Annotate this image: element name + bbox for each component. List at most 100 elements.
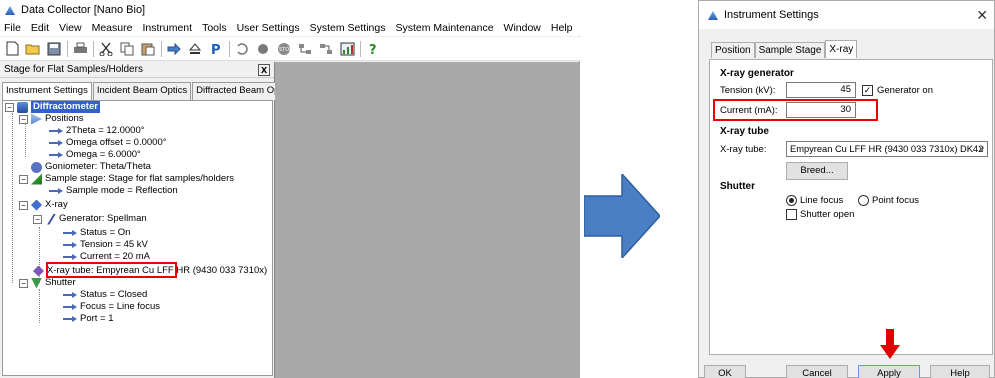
menu-view[interactable]: View	[59, 22, 82, 34]
tree-node-positions[interactable]: − Positions	[19, 113, 84, 125]
dialog-app-icon	[707, 9, 719, 21]
tree-node-status-closed[interactable]: Status = Closed	[63, 289, 147, 301]
eject-icon[interactable]	[187, 41, 203, 57]
p-icon[interactable]: P	[208, 41, 224, 57]
copy-icon[interactable]	[119, 41, 135, 57]
run-icon[interactable]	[255, 41, 271, 57]
new-icon[interactable]	[4, 41, 20, 57]
parameter-arrow-icon	[49, 140, 63, 146]
help-button[interactable]: Help	[930, 365, 990, 378]
paste-icon[interactable]	[140, 41, 156, 57]
menu-user-settings[interactable]: User Settings	[237, 22, 300, 34]
tree-label: Shutter	[45, 277, 76, 288]
menu-file[interactable]: File	[4, 22, 21, 34]
shutter-open-label: Shutter open	[800, 209, 855, 220]
menu-help[interactable]: Help	[551, 22, 573, 34]
chart-icon[interactable]	[339, 41, 355, 57]
toolbar-separator	[229, 40, 230, 57]
tree-node-sample-mode[interactable]: Sample mode = Reflection	[49, 185, 178, 197]
menu-measure[interactable]: Measure	[92, 22, 133, 34]
menu-edit[interactable]: Edit	[31, 22, 49, 34]
tab-position[interactable]: Position	[711, 42, 755, 58]
svg-text:?: ?	[369, 43, 377, 56]
align2-icon[interactable]	[318, 41, 334, 57]
menu-system-settings[interactable]: System Settings	[310, 22, 386, 34]
section-shutter: Shutter	[720, 181, 755, 192]
tab-incident-beam-optics[interactable]: Incident Beam Optics	[92, 82, 192, 100]
parameter-arrow-icon	[49, 152, 63, 158]
big-right-arrow-icon	[584, 174, 660, 258]
refresh-icon[interactable]	[234, 41, 250, 57]
generator-icon	[47, 213, 56, 225]
collapse-toggle[interactable]: −	[19, 200, 28, 210]
tree-node-goniometer[interactable]: Goniometer: Theta/Theta	[31, 161, 151, 173]
xray-tube-label: X-ray tube:	[720, 144, 767, 155]
tree-node-omega-offset[interactable]: Omega offset = 0.0000°	[49, 137, 167, 149]
tab-xray[interactable]: X-ray	[825, 40, 858, 58]
tree-node-port[interactable]: Port = 1	[63, 313, 114, 325]
tab-sample-stage[interactable]: Sample Stage	[754, 42, 826, 58]
collapse-toggle[interactable]: −	[19, 114, 28, 124]
chevron-down-icon: ∨	[978, 144, 985, 154]
cut-icon[interactable]	[98, 41, 114, 57]
tree-node-generator[interactable]: − Generator: Spellman	[33, 213, 147, 225]
parameter-arrow-icon	[63, 242, 77, 248]
shutter-open-checkbox[interactable]	[786, 209, 797, 220]
tree-label: Tension = 45 kV	[80, 239, 148, 250]
title-bar: Data Collector [Nano Bio]	[0, 0, 580, 20]
tree-node-diffractometer[interactable]: − Diffractometer	[5, 101, 100, 113]
menu-instrument[interactable]: Instrument	[142, 22, 192, 34]
instrument-panel: Stage for Flat Samples/Holders x Instrum…	[0, 62, 298, 378]
tab-instrument-settings[interactable]: Instrument Settings	[2, 82, 92, 100]
line-focus-radio[interactable]	[786, 195, 797, 206]
tree-node-focus[interactable]: Focus = Line focus	[63, 301, 160, 313]
tree-node-sample-stage[interactable]: − Sample stage: Stage for flat samples/h…	[19, 173, 234, 185]
apply-button[interactable]: Apply	[858, 365, 920, 378]
cancel-button[interactable]: Cancel	[786, 365, 848, 378]
window-title: Data Collector [Nano Bio]	[21, 4, 146, 16]
tree-label: Sample stage: Stage for flat samples/hol…	[45, 173, 235, 184]
tree-label: Port = 1	[80, 313, 114, 324]
positions-icon	[31, 113, 42, 125]
dialog-close-icon[interactable]: ✕	[976, 7, 988, 24]
arrow-right-icon[interactable]	[166, 41, 182, 57]
point-focus-radio[interactable]	[858, 195, 869, 206]
xray-tab-page: X-ray generator Tension (kV): 45 ✓ Gener…	[709, 59, 993, 355]
generator-on-checkbox[interactable]: ✓	[862, 85, 873, 96]
parameter-arrow-icon	[63, 292, 77, 298]
tree-node-2theta[interactable]: 2Theta = 12.0000°	[49, 125, 145, 137]
print-icon[interactable]	[72, 41, 88, 57]
line-focus-label: Line focus	[800, 195, 844, 206]
tension-field[interactable]: 45	[786, 82, 856, 98]
xray-tube-select[interactable]: Empyrean Cu LFF HR (9430 033 7310x) DK42…	[786, 141, 988, 157]
tree-node-omega[interactable]: Omega = 6.0000°	[49, 149, 141, 161]
open-icon[interactable]	[25, 41, 41, 57]
tree-node-xray[interactable]: − X-ray	[19, 199, 68, 211]
tree-node-shutter[interactable]: − Shutter	[19, 277, 76, 289]
collapse-toggle[interactable]: −	[19, 174, 28, 184]
menu-system-maintenance[interactable]: System Maintenance	[395, 22, 493, 34]
parameter-arrow-icon	[63, 230, 77, 236]
menu-tools[interactable]: Tools	[202, 22, 227, 34]
section-xray-generator: X-ray generator	[720, 68, 794, 79]
tree-label: 2Theta = 12.0000°	[66, 125, 145, 136]
save-icon[interactable]	[46, 41, 62, 57]
align-icon[interactable]	[297, 41, 313, 57]
collapse-toggle[interactable]: −	[33, 214, 42, 224]
tree-line	[25, 123, 26, 157]
current-field[interactable]: 30	[786, 102, 856, 118]
parameter-arrow-icon	[63, 304, 77, 310]
tree-node-tension[interactable]: Tension = 45 kV	[63, 239, 148, 251]
help-icon[interactable]: ?	[365, 41, 381, 57]
breed-button[interactable]: Breed...	[786, 162, 848, 180]
panel-close-button[interactable]: x	[258, 63, 270, 76]
stop-icon[interactable]: STOP	[276, 41, 292, 57]
menu-window[interactable]: Window	[504, 22, 541, 34]
goniometer-icon	[31, 161, 42, 173]
tree-label: Diffractometer	[31, 101, 100, 113]
collapse-toggle[interactable]: −	[5, 102, 14, 112]
tree-node-status-on[interactable]: Status = On	[63, 227, 130, 239]
svg-text:STOP: STOP	[279, 47, 291, 53]
collapse-toggle[interactable]: −	[19, 278, 28, 288]
ok-button[interactable]: OK	[704, 365, 746, 378]
